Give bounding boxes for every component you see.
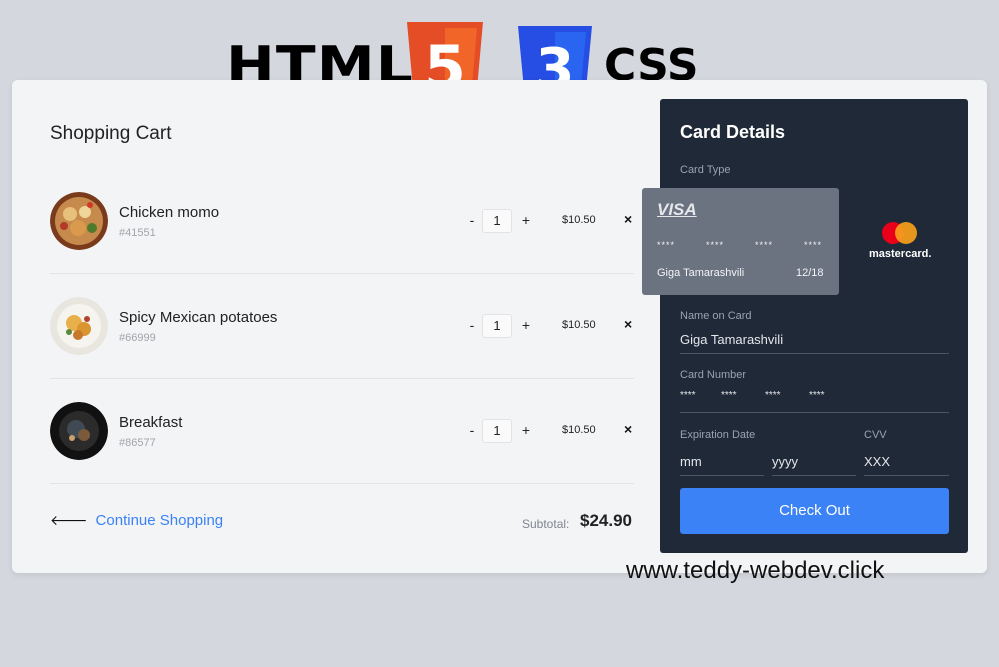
item-price: $10.50 xyxy=(562,319,596,331)
visa-number-group: **** xyxy=(657,240,676,250)
visa-card-expiry: 12/18 xyxy=(796,267,824,279)
remove-item-button[interactable]: × xyxy=(624,316,632,332)
quantity-input[interactable]: 1 xyxy=(482,419,512,443)
item-name: Spicy Mexican potatoes xyxy=(119,309,278,326)
quantity-decrease-button[interactable]: - xyxy=(466,317,478,333)
potatoes-plate-image xyxy=(50,297,108,355)
card-number-underline xyxy=(680,412,949,413)
card-number-group: **** xyxy=(721,390,737,401)
item-code: #86577 xyxy=(119,437,156,449)
card-number-label: Card Number xyxy=(680,369,747,381)
expiration-date-label: Expiration Date xyxy=(680,429,756,441)
quantity-input[interactable]: 1 xyxy=(482,314,512,338)
visa-card-option[interactable]: VISA **** **** **** **** Giga Tamarashvi… xyxy=(642,188,839,295)
item-divider xyxy=(50,378,634,379)
cvv-underline xyxy=(864,475,949,476)
item-code: #66999 xyxy=(119,332,156,344)
subtotal-label: Subtotal: xyxy=(522,517,570,531)
watermark-url: www.teddy-webdev.click xyxy=(626,557,885,584)
top-band xyxy=(0,0,999,24)
mastercard-label: mastercard. xyxy=(869,248,932,260)
subtotal-value: $24.90 xyxy=(580,511,632,530)
item-price: $10.50 xyxy=(562,214,596,226)
visa-number-group: **** xyxy=(755,240,774,250)
cart-item: Chicken momo #41551 - 1 + $10.50 × xyxy=(50,192,634,297)
card-number-group: **** xyxy=(809,390,825,401)
quantity-increase-button[interactable]: + xyxy=(520,317,532,333)
visa-card-holder: Giga Tamarashvili xyxy=(657,267,745,279)
name-on-card-label: Name on Card xyxy=(680,310,752,322)
quantity-increase-button[interactable]: + xyxy=(520,422,532,438)
card-type-label: Card Type xyxy=(680,164,731,176)
expiration-year-input[interactable]: yyyy xyxy=(772,454,798,469)
cart-item: Breakfast #86577 - 1 + $10.50 × xyxy=(50,402,634,507)
check-out-button[interactable]: Check Out xyxy=(680,488,949,534)
name-field-underline xyxy=(680,353,949,354)
mastercard-option[interactable]: mastercard. xyxy=(868,222,932,266)
item-name: Breakfast xyxy=(119,414,183,431)
remove-item-button[interactable]: × xyxy=(624,421,632,437)
item-code: #41551 xyxy=(119,227,156,239)
momo-plate-image xyxy=(50,192,108,250)
quantity-decrease-button[interactable]: - xyxy=(466,422,478,438)
item-divider xyxy=(50,273,634,274)
quantity-increase-button[interactable]: + xyxy=(520,212,532,228)
cart-item: Spicy Mexican potatoes #66999 - 1 + $10.… xyxy=(50,297,634,402)
remove-item-button[interactable]: × xyxy=(624,211,632,227)
item-price: $10.50 xyxy=(562,424,596,436)
continue-shopping-link[interactable]: 🡐 Continue Shopping xyxy=(50,512,223,529)
visa-logo: VISA xyxy=(657,200,697,219)
cart-title: Shopping Cart xyxy=(50,123,172,144)
mastercard-orange-circle xyxy=(895,222,917,244)
year-underline xyxy=(772,475,856,476)
quantity-input[interactable]: 1 xyxy=(482,209,512,233)
arrow-left-icon: 🡐 xyxy=(50,512,88,528)
month-underline xyxy=(680,475,764,476)
cvv-input[interactable]: XXX xyxy=(864,454,890,469)
cvv-label: CVV xyxy=(864,429,887,441)
expiration-month-input[interactable]: mm xyxy=(680,454,702,469)
breakfast-plate-image xyxy=(50,402,108,460)
item-divider xyxy=(50,483,634,484)
continue-shopping-label: Continue Shopping xyxy=(95,512,224,529)
card-number-group: **** xyxy=(680,390,696,401)
card-details-title: Card Details xyxy=(680,122,786,142)
visa-number-group: **** xyxy=(706,240,725,250)
item-name: Chicken momo xyxy=(119,204,220,221)
visa-number-group: **** xyxy=(804,240,823,250)
name-on-card-field[interactable]: Giga Tamarashvili xyxy=(680,332,783,347)
card-number-group: **** xyxy=(765,390,781,401)
quantity-decrease-button[interactable]: - xyxy=(466,212,478,228)
